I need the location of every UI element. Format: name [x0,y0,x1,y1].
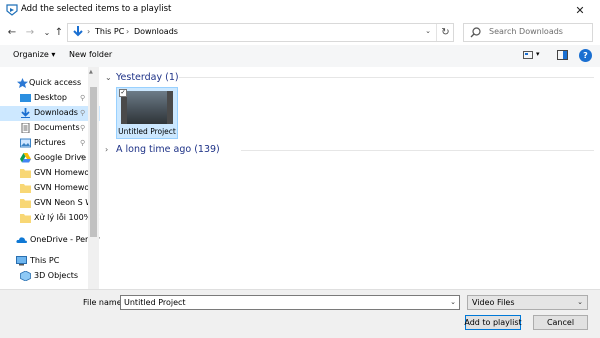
expanded-chevron-icon: ⌄ [105,73,112,82]
refresh-icon[interactable]: ↻ [436,24,454,41]
sidebar-item-label: 3D Objects [34,271,79,280]
film-strip [167,91,173,124]
pin-icon: ⚲ [80,139,86,147]
forward-arrow-icon[interactable]: → [23,25,37,39]
desktop-folder-icon [20,94,31,102]
group-label: A long time ago (139) [116,144,220,155]
sidebar-item-3d-objects[interactable]: 3D Objects [0,269,100,284]
file-name: Untitled Project [118,127,176,136]
sidebar-item-label: Pictures [34,138,66,147]
sidebar-item-label: Quick access [29,78,82,87]
sidebar-item-folder[interactable]: GVN Neon S Wh [0,196,100,211]
item-checkbox[interactable]: ✓ [119,89,127,97]
sidebar-item-this-pc[interactable]: This PC [0,254,100,269]
group-header-yesterday[interactable]: ⌄ Yesterday (1) [105,72,179,83]
pin-icon: ⚲ [80,124,86,132]
up-arrow-icon[interactable]: ↑ [52,25,66,39]
sidebar-item-label: Downloads [34,108,78,117]
group-header-a-long-time-ago[interactable]: › A long time ago (139) [105,144,220,155]
sidebar-item-downloads[interactable]: Downloads ⚲ [0,106,100,121]
new-folder-button[interactable]: New folder [69,50,112,59]
group-divider [179,77,594,78]
sidebar-scroll-thumb[interactable] [90,87,97,237]
video-file-icon [121,91,173,124]
breadcrumb-downloads[interactable]: Downloads [134,27,178,36]
chevron-down-icon: ⌄ [577,298,583,306]
3d-objects-icon [20,271,31,281]
sidebar-item-folder[interactable]: GVN Homework [0,166,100,181]
help-icon[interactable]: ? [579,49,592,62]
title-bar: Add the selected items to a playlist ✕ [0,0,600,21]
breadcrumb-separator: › [126,27,130,36]
navigation-pane: Quick access Desktop ⚲ Downloads ⚲ Docum… [0,67,100,289]
sidebar-item-quick-access[interactable]: Quick access [0,76,100,91]
address-bar[interactable]: › This PC › Downloads ⌄ [67,23,454,42]
playlist-app-icon [6,4,18,16]
sidebar-item-label: Google Drive [34,153,87,162]
file-type-select[interactable]: Video Files ⌄ [467,295,588,310]
close-icon[interactable]: ✕ [560,0,600,21]
google-drive-icon [20,153,31,163]
download-folder-icon [21,108,30,118]
folder-icon [20,214,31,223]
back-arrow-icon[interactable]: ← [5,25,19,39]
pin-icon: ⚲ [80,109,86,117]
dialog-footer: File name: Untitled Project ⌄ Video File… [0,289,600,338]
folder-icon [20,184,31,193]
folder-icon [20,199,31,208]
sidebar-item-folder[interactable]: Xử lý lỗi 100% Cl [0,211,100,226]
file-name-input[interactable]: Untitled Project ⌄ [120,295,460,310]
cancel-button[interactable]: Cancel [533,315,588,330]
search-input[interactable]: Search Downloads [463,23,593,42]
sidebar-item-desktop[interactable]: Desktop ⚲ [0,91,100,106]
download-arrow-icon [73,26,83,37]
scroll-up-icon[interactable]: ▲ [89,69,93,75]
navigation-bar: ← → ⌄ ↑ › This PC › Downloads ⌄ ↻ Search… [0,21,600,43]
star-icon [17,78,28,88]
sidebar-item-onedrive[interactable]: OneDrive - Person [0,233,100,248]
command-toolbar: Organize ▾ New folder ▾ ? [0,45,600,67]
chevron-down-icon[interactable]: ⌄ [450,298,456,306]
file-name-value: Untitled Project [124,298,186,307]
group-divider [241,150,594,151]
group-label: Yesterday (1) [116,72,179,83]
onedrive-icon [16,237,27,243]
pin-icon: ⚲ [80,94,86,102]
collapsed-chevron-icon: › [105,145,109,154]
file-type-value: Video Files [472,298,515,307]
folder-icon [20,169,31,178]
search-placeholder: Search Downloads [489,27,563,36]
search-icon [470,27,481,38]
file-item[interactable]: ✓ Untitled Project [116,87,178,139]
window-title: Add the selected items to a playlist [21,4,172,14]
organize-button[interactable]: Organize ▾ [13,50,55,59]
file-name-label: File name: [83,298,125,307]
file-list: ⌄ Yesterday (1) ✓ Untitled Project › A lon… [101,67,600,289]
address-dropdown-icon[interactable]: ⌄ [425,27,431,35]
preview-pane-icon[interactable] [557,50,568,60]
sidebar-item-google-drive[interactable]: Google Drive ⚲ [0,151,100,166]
breadcrumb-this-pc[interactable]: This PC [95,27,124,36]
sidebar-item-label: Documents [34,123,80,132]
pin-icon: ⚲ [80,154,86,162]
view-dropdown-icon[interactable]: ▾ [536,50,540,58]
change-view-icon[interactable] [523,50,533,60]
sidebar-item-documents[interactable]: Documents ⚲ [0,121,100,136]
sidebar-item-label: This PC [30,256,60,265]
sidebar-item-label: Desktop [34,93,67,102]
sidebar-item-folder[interactable]: GVN Homework [0,181,100,196]
documents-folder-icon [21,123,30,133]
video-thumbnail [127,91,167,124]
computer-icon [16,256,27,266]
breadcrumb-separator: › [87,27,91,36]
add-to-playlist-button[interactable]: Add to playlist [464,315,522,330]
sidebar-item-pictures[interactable]: Pictures ⚲ [0,136,100,151]
pictures-folder-icon [20,138,31,148]
